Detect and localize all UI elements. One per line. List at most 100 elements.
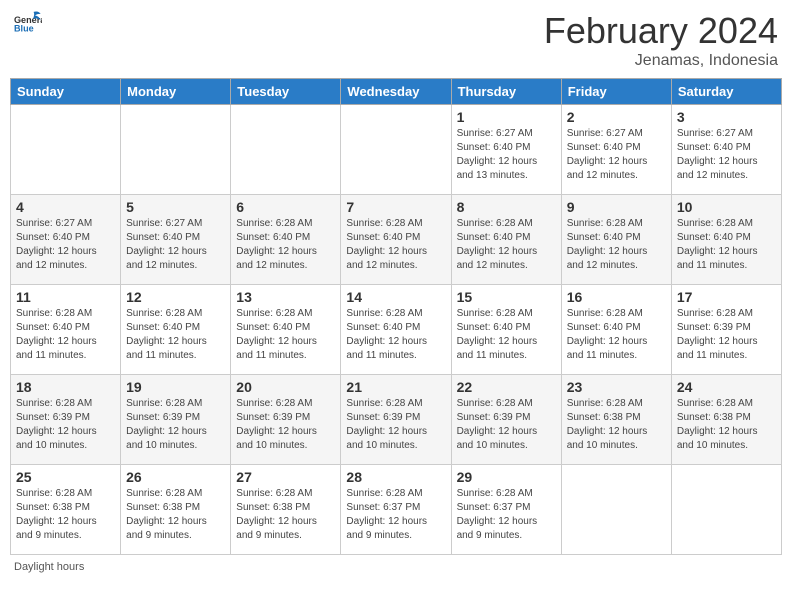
day-number: 26 [126,469,225,485]
header: General Blue February 2024 Jenamas, Indo… [10,10,782,70]
calendar-cell: 13 Sunrise: 6:28 AM Sunset: 6:40 PM Dayli… [231,285,341,375]
calendar-cell: 26 Sunrise: 6:28 AM Sunset: 6:38 PM Dayli… [121,465,231,555]
day-info: Sunrise: 6:27 AM Sunset: 6:40 PM Dayligh… [126,217,225,273]
day-info: Sunrise: 6:28 AM Sunset: 6:39 PM Dayligh… [126,397,225,453]
day-info: Sunrise: 6:28 AM Sunset: 6:40 PM Dayligh… [236,217,335,273]
day-number: 10 [677,199,776,215]
day-number: 29 [457,469,556,485]
calendar-cell: 4 Sunrise: 6:27 AM Sunset: 6:40 PM Daylig… [11,195,121,285]
calendar-cell: 19 Sunrise: 6:28 AM Sunset: 6:39 PM Dayli… [121,375,231,465]
calendar-week-row: 4 Sunrise: 6:27 AM Sunset: 6:40 PM Daylig… [11,195,782,285]
calendar-cell: 15 Sunrise: 6:28 AM Sunset: 6:40 PM Dayli… [451,285,561,375]
day-info: Sunrise: 6:28 AM Sunset: 6:40 PM Dayligh… [16,307,115,363]
calendar-body: 1 Sunrise: 6:27 AM Sunset: 6:40 PM Daylig… [11,105,782,555]
day-number: 4 [16,199,115,215]
logo: General Blue [14,10,42,37]
day-info: Sunrise: 6:28 AM Sunset: 6:40 PM Dayligh… [457,217,556,273]
day-info: Sunrise: 6:27 AM Sunset: 6:40 PM Dayligh… [16,217,115,273]
calendar-week-row: 11 Sunrise: 6:28 AM Sunset: 6:40 PM Dayli… [11,285,782,375]
day-number: 22 [457,379,556,395]
calendar-cell: 23 Sunrise: 6:28 AM Sunset: 6:38 PM Dayli… [561,375,671,465]
daylight-label: Daylight hours [14,561,84,573]
day-info: Sunrise: 6:28 AM Sunset: 6:40 PM Dayligh… [236,307,335,363]
calendar-day-header: Saturday [671,79,781,105]
title-area: February 2024 Jenamas, Indonesia [544,10,778,70]
calendar-cell: 16 Sunrise: 6:28 AM Sunset: 6:40 PM Dayli… [561,285,671,375]
day-info: Sunrise: 6:28 AM Sunset: 6:37 PM Dayligh… [346,487,445,543]
calendar-day-header: Sunday [11,79,121,105]
day-info: Sunrise: 6:28 AM Sunset: 6:40 PM Dayligh… [346,307,445,363]
calendar-cell: 11 Sunrise: 6:28 AM Sunset: 6:40 PM Dayli… [11,285,121,375]
calendar-cell: 3 Sunrise: 6:27 AM Sunset: 6:40 PM Daylig… [671,105,781,195]
calendar-cell: 10 Sunrise: 6:28 AM Sunset: 6:40 PM Dayli… [671,195,781,285]
calendar-cell [341,105,451,195]
day-info: Sunrise: 6:28 AM Sunset: 6:40 PM Dayligh… [457,307,556,363]
calendar-cell [11,105,121,195]
day-info: Sunrise: 6:28 AM Sunset: 6:38 PM Dayligh… [677,397,776,453]
calendar-cell [121,105,231,195]
location-title: Jenamas, Indonesia [544,52,778,70]
day-number: 27 [236,469,335,485]
day-info: Sunrise: 6:28 AM Sunset: 6:37 PM Dayligh… [457,487,556,543]
calendar-week-row: 1 Sunrise: 6:27 AM Sunset: 6:40 PM Daylig… [11,105,782,195]
day-number: 19 [126,379,225,395]
day-info: Sunrise: 6:28 AM Sunset: 6:38 PM Dayligh… [236,487,335,543]
svg-text:Blue: Blue [14,24,34,33]
calendar-cell [231,105,341,195]
calendar-week-row: 25 Sunrise: 6:28 AM Sunset: 6:38 PM Dayli… [11,465,782,555]
day-number: 21 [346,379,445,395]
day-info: Sunrise: 6:27 AM Sunset: 6:40 PM Dayligh… [677,127,776,183]
day-info: Sunrise: 6:28 AM Sunset: 6:39 PM Dayligh… [236,397,335,453]
calendar-cell: 1Sunrise: 6:27 AM Sunset: 6:40 PM Daylig… [451,105,561,195]
day-info: Sunrise: 6:28 AM Sunset: 6:40 PM Dayligh… [567,217,666,273]
day-number: 5 [126,199,225,215]
day-number: 7 [346,199,445,215]
calendar-cell: 20 Sunrise: 6:28 AM Sunset: 6:39 PM Dayli… [231,375,341,465]
calendar-cell: 22 Sunrise: 6:28 AM Sunset: 6:39 PM Dayli… [451,375,561,465]
calendar-cell: 7Sunrise: 6:28 AM Sunset: 6:40 PM Daylig… [341,195,451,285]
day-number: 13 [236,289,335,305]
day-info: Sunrise: 6:28 AM Sunset: 6:40 PM Dayligh… [567,307,666,363]
day-info: Sunrise: 6:28 AM Sunset: 6:38 PM Dayligh… [126,487,225,543]
day-number: 16 [567,289,666,305]
day-number: 20 [236,379,335,395]
day-number: 15 [457,289,556,305]
day-number: 25 [16,469,115,485]
calendar-cell: 18Sunrise: 6:28 AM Sunset: 6:39 PM Dayli… [11,375,121,465]
day-number: 8 [457,199,556,215]
footer-note: Daylight hours [10,561,782,573]
day-number: 14 [346,289,445,305]
day-info: Sunrise: 6:28 AM Sunset: 6:39 PM Dayligh… [457,397,556,453]
day-number: 9 [567,199,666,215]
calendar-cell: 14 Sunrise: 6:28 AM Sunset: 6:40 PM Dayli… [341,285,451,375]
calendar-cell [561,465,671,555]
calendar-header-row: SundayMondayTuesdayWednesdayThursdayFrid… [11,79,782,105]
day-number: 1 [457,109,556,125]
calendar-day-header: Wednesday [341,79,451,105]
day-info: Sunrise: 6:27 AM Sunset: 6:40 PM Dayligh… [567,127,666,183]
calendar-cell: 12 Sunrise: 6:28 AM Sunset: 6:40 PM Dayli… [121,285,231,375]
calendar-cell: 27 Sunrise: 6:28 AM Sunset: 6:38 PM Dayli… [231,465,341,555]
day-info: Sunrise: 6:28 AM Sunset: 6:40 PM Dayligh… [677,217,776,273]
day-info: Sunrise: 6:28 AM Sunset: 6:38 PM Dayligh… [16,487,115,543]
day-info: Sunrise: 6:28 AM Sunset: 6:39 PM Dayligh… [677,307,776,363]
calendar-cell: 28 Sunrise: 6:28 AM Sunset: 6:37 PM Dayli… [341,465,451,555]
day-number: 11 [16,289,115,305]
day-number: 24 [677,379,776,395]
calendar-day-header: Thursday [451,79,561,105]
day-number: 12 [126,289,225,305]
calendar-day-header: Monday [121,79,231,105]
day-info: Sunrise: 6:28 AM Sunset: 6:38 PM Dayligh… [567,397,666,453]
calendar-cell: 17Sunrise: 6:28 AM Sunset: 6:39 PM Dayli… [671,285,781,375]
calendar-cell: 5 Sunrise: 6:27 AM Sunset: 6:40 PM Daylig… [121,195,231,285]
calendar-cell: 24 Sunrise: 6:28 AM Sunset: 6:38 PM Dayli… [671,375,781,465]
calendar-cell: 9 Sunrise: 6:28 AM Sunset: 6:40 PM Daylig… [561,195,671,285]
day-info: Sunrise: 6:28 AM Sunset: 6:40 PM Dayligh… [126,307,225,363]
day-number: 23 [567,379,666,395]
day-number: 28 [346,469,445,485]
calendar-week-row: 18Sunrise: 6:28 AM Sunset: 6:39 PM Dayli… [11,375,782,465]
day-number: 3 [677,109,776,125]
day-info: Sunrise: 6:28 AM Sunset: 6:39 PM Dayligh… [16,397,115,453]
day-number: 2 [567,109,666,125]
calendar-cell: 25 Sunrise: 6:28 AM Sunset: 6:38 PM Dayli… [11,465,121,555]
